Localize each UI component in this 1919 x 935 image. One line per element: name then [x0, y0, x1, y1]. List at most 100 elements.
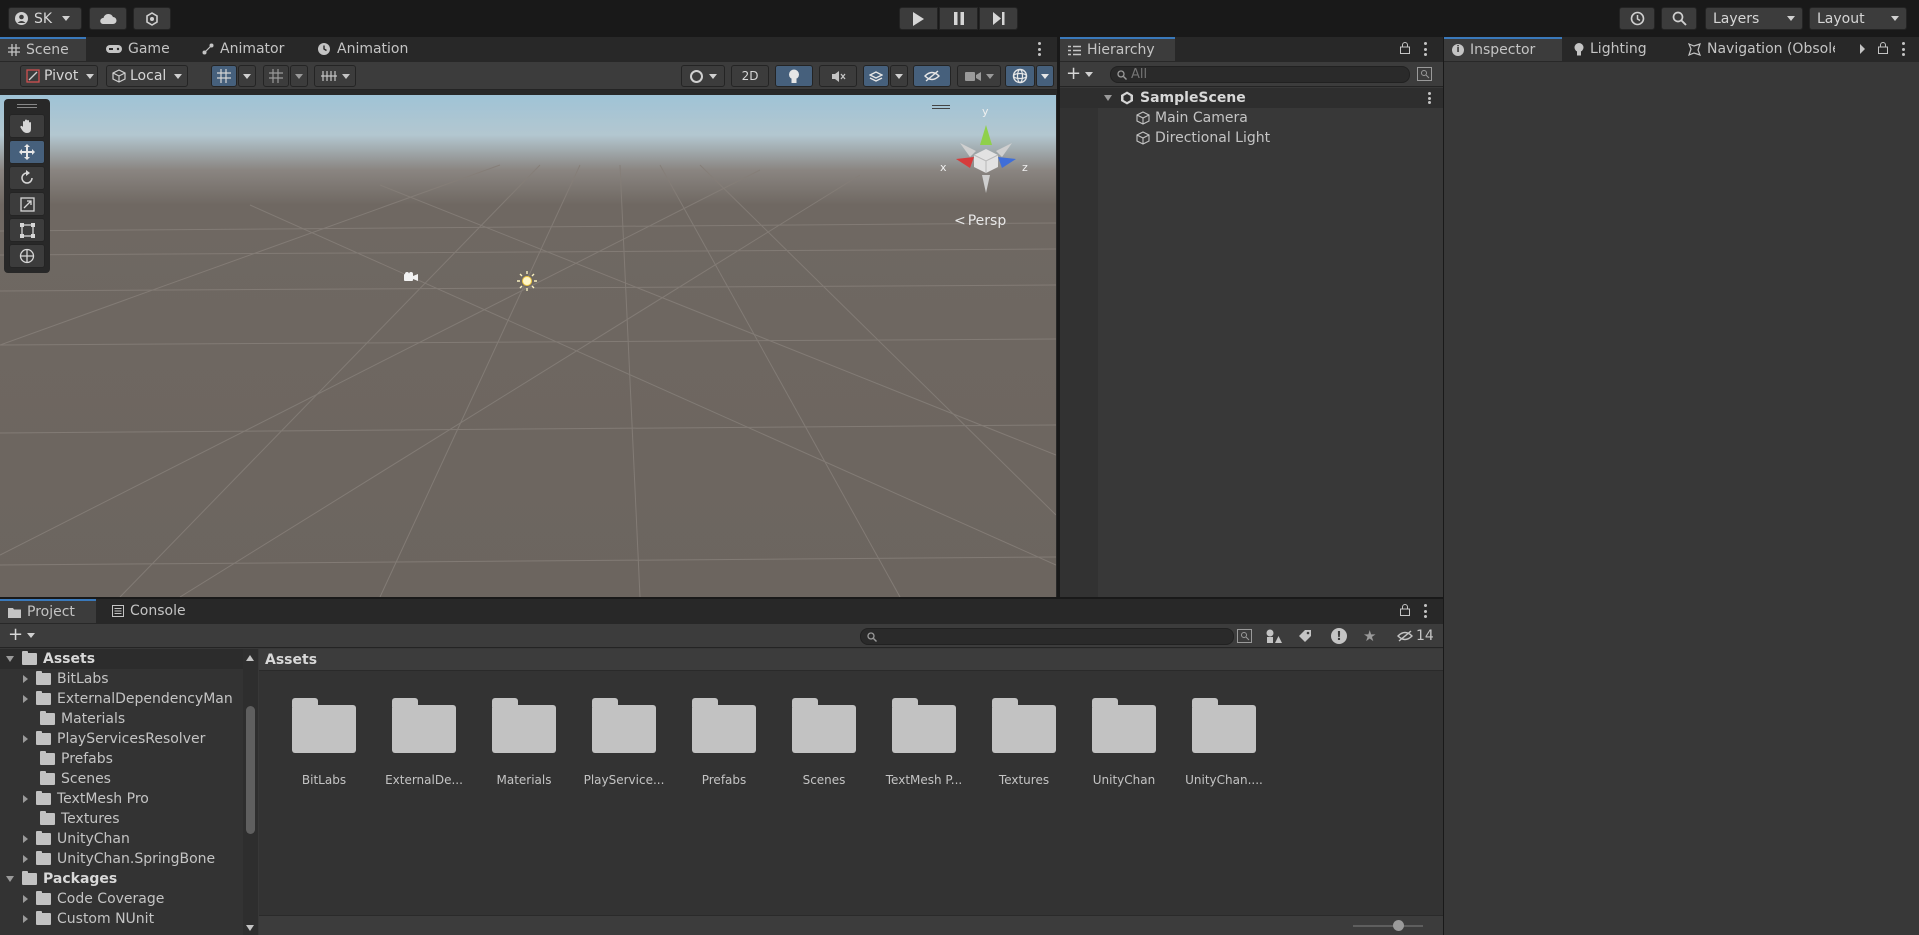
grid-snapping-menu[interactable] — [238, 65, 256, 87]
tree-item-materials[interactable]: Materials — [0, 709, 243, 729]
hierarchy-item-directional-light[interactable]: Directional Light — [1060, 128, 1443, 148]
tree-item-playservicesresolver[interactable]: PlayServicesResolver — [0, 729, 243, 749]
gizmos-menu[interactable] — [1036, 65, 1054, 87]
horizontal-splitter[interactable] — [0, 597, 1443, 599]
search-in-scene-icon[interactable] — [1237, 629, 1252, 647]
gizmos-toggle[interactable] — [1005, 65, 1035, 87]
expand-arrow-icon[interactable] — [23, 895, 28, 903]
increment-snapping-menu[interactable] — [290, 65, 308, 87]
more-options-icon[interactable] — [1422, 42, 1428, 56]
asset-item[interactable]: Scenes — [776, 691, 872, 791]
scroll-up-icon[interactable] — [246, 655, 254, 661]
create-button[interactable]: + — [1066, 65, 1094, 83]
tab-scene[interactable]: Scene — [0, 37, 86, 61]
expand-arrow-icon[interactable] — [23, 795, 28, 803]
lock-icon[interactable] — [1400, 604, 1410, 620]
asset-item[interactable]: ExternalDe... — [376, 691, 472, 791]
hand-tool-button[interactable] — [9, 114, 45, 138]
folder-tree-scrollbar-track[interactable] — [243, 649, 258, 935]
more-options-icon[interactable] — [1036, 42, 1042, 56]
icon-size-slider[interactable] — [1353, 920, 1423, 931]
expand-arrow-icon[interactable] — [23, 735, 28, 743]
breadcrumb-assets[interactable]: Assets — [265, 652, 317, 668]
2d-toggle[interactable]: 2D — [731, 65, 769, 87]
project-search-input[interactable] — [877, 629, 1217, 644]
expand-arrow-icon[interactable] — [23, 675, 28, 683]
rect-tool-button[interactable] — [9, 218, 45, 242]
layout-dropdown[interactable]: Layout — [1809, 7, 1907, 30]
palette-drag-handle[interactable] — [9, 102, 45, 110]
camera-gizmo-icon[interactable] — [404, 271, 418, 286]
grid-snapping-button[interactable] — [211, 65, 237, 87]
transform-tool-button[interactable] — [9, 244, 45, 268]
expand-arrow-icon[interactable] — [23, 915, 28, 923]
expand-arrow-icon[interactable] — [23, 855, 28, 863]
tab-lighting[interactable]: Lighting — [1566, 37, 1655, 61]
play-button[interactable] — [899, 7, 938, 30]
light-gizmo-icon[interactable] — [517, 271, 537, 295]
tab-hierarchy[interactable]: Hierarchy — [1060, 37, 1175, 61]
tree-item-prefabs[interactable]: Prefabs — [0, 749, 243, 769]
move-tool-button[interactable] — [9, 140, 45, 164]
tab-animator[interactable]: Animator — [194, 37, 292, 61]
layers-dropdown[interactable]: Layers — [1705, 7, 1803, 30]
tree-item-scenes[interactable]: Scenes — [0, 769, 243, 789]
draw-mode-dropdown[interactable] — [681, 65, 725, 87]
tree-item-externaldependencymanager[interactable]: ExternalDependencyMan — [0, 689, 243, 709]
hierarchy-search[interactable] — [1110, 66, 1410, 83]
filter-by-label-icon[interactable] — [1298, 629, 1312, 647]
lighting-toggle[interactable] — [775, 65, 813, 87]
scene-viewport[interactable]: y x z < Persp — [0, 95, 1056, 597]
tab-game[interactable]: Game — [98, 37, 178, 61]
scroll-tabs-right-icon[interactable] — [1860, 44, 1865, 54]
vertical-splitter[interactable] — [1443, 37, 1444, 935]
tab-navigation[interactable]: Navigation (Obsolete — [1680, 37, 1835, 61]
account-button[interactable]: SK — [8, 7, 82, 30]
scale-tool-button[interactable] — [9, 192, 45, 216]
more-options-icon[interactable] — [1422, 604, 1428, 618]
tree-item-textmesh-pro[interactable]: TextMesh Pro — [0, 789, 243, 809]
hierarchy-item-main-camera[interactable]: Main Camera — [1060, 108, 1443, 128]
tree-item-packages[interactable]: Packages — [0, 869, 243, 889]
asset-item[interactable]: UnityChan — [1076, 691, 1172, 791]
expand-arrow-icon[interactable] — [23, 835, 28, 843]
tab-console[interactable]: Console — [104, 599, 194, 623]
scene-visibility-toggle[interactable] — [913, 65, 951, 87]
favorite-star-icon[interactable]: ★ — [1363, 627, 1376, 645]
tree-item-textures[interactable]: Textures — [0, 809, 243, 829]
asset-item[interactable]: BitLabs — [276, 691, 372, 791]
effects-toggle[interactable] — [863, 65, 889, 87]
slider-thumb[interactable] — [1393, 920, 1404, 931]
filter-by-type-icon[interactable] — [1266, 629, 1282, 647]
hidden-packages-toggle[interactable]: 14 — [1397, 628, 1434, 644]
tab-project[interactable]: Project — [0, 599, 96, 623]
services-button[interactable] — [133, 7, 171, 30]
expand-arrow-icon[interactable] — [1104, 95, 1112, 101]
lock-icon[interactable] — [1878, 42, 1888, 58]
projection-toggle[interactable]: < Persp — [954, 213, 1006, 229]
tree-item-unitychan[interactable]: UnityChan — [0, 829, 243, 849]
hierarchy-search-input[interactable] — [1131, 67, 1391, 82]
orientation-gizmo[interactable]: y x z — [930, 105, 1030, 205]
pivot-dropdown[interactable]: Pivot — [20, 65, 98, 87]
tree-item-assets[interactable]: Assets — [0, 649, 243, 669]
asset-item[interactable]: Materials — [476, 691, 572, 791]
hierarchy-scene-row[interactable]: SampleScene — [1060, 88, 1443, 108]
rotate-tool-button[interactable] — [9, 166, 45, 190]
asset-item[interactable]: TextMesh P... — [876, 691, 972, 791]
log-types-icon[interactable]: ! — [1331, 628, 1347, 644]
asset-item[interactable]: Prefabs — [676, 691, 772, 791]
tab-inspector[interactable]: i Inspector — [1444, 37, 1562, 61]
camera-settings-dropdown[interactable] — [957, 65, 1001, 87]
asset-item[interactable]: Textures — [976, 691, 1072, 791]
project-search[interactable] — [860, 628, 1234, 645]
tree-item-custom-nunit[interactable]: Custom NUnit — [0, 909, 243, 929]
search-scene-icon[interactable] — [1417, 67, 1432, 85]
tab-animation[interactable]: Animation — [309, 37, 416, 61]
more-options-icon[interactable] — [1426, 92, 1432, 104]
scrollbar-thumb[interactable] — [246, 706, 255, 834]
ruler-snap-button[interactable] — [314, 65, 356, 87]
tree-item-code-coverage[interactable]: Code Coverage — [0, 889, 243, 909]
cloud-button[interactable] — [89, 7, 127, 30]
scroll-down-icon[interactable] — [246, 925, 254, 931]
